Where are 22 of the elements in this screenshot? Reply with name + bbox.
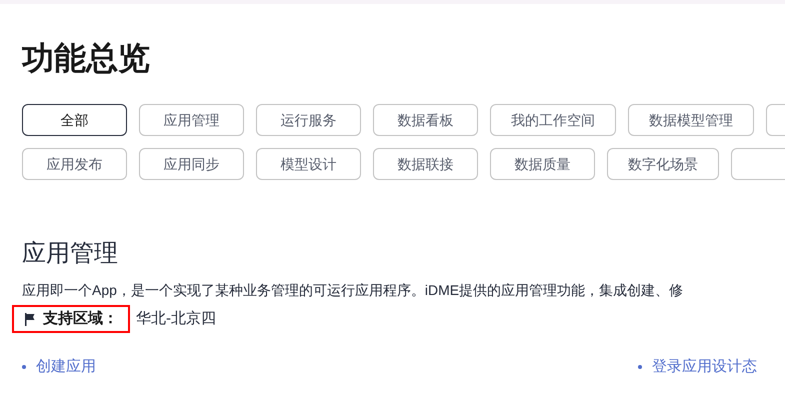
link[interactable]: 登录应用设计态 [652, 356, 757, 378]
link[interactable]: 创建应用 [36, 356, 96, 378]
section-description: 应用即一个App，是一个实现了某种业务管理的可运行应用程序。iDME提供的应用管理功能，集成创建、修 [22, 281, 684, 300]
filter-chip[interactable]: 模型设计 [256, 148, 361, 180]
filter-chip[interactable]: 数据模型管理 [628, 104, 754, 136]
section-title: 应用管理 [22, 239, 118, 269]
filter-chip[interactable]: 数字化场景 [607, 148, 719, 180]
bullet-icon [638, 365, 642, 370]
filter-chip[interactable]: 我的工作空间 [490, 104, 616, 136]
filter-chip[interactable]: 应用同步 [139, 148, 244, 180]
filter-chip[interactable]: 运行服务 [256, 104, 361, 136]
filter-chip[interactable]: 全部 [22, 104, 127, 136]
filter-chip[interactable]: 数据联接 [373, 148, 478, 180]
filter-chip[interactable]: 数据看板 [373, 104, 478, 136]
region-value: 华北-北京四 [136, 308, 216, 329]
bullet-icon [22, 365, 26, 370]
flag-icon [24, 312, 35, 326]
filter-chip[interactable]: 数据质量 [490, 148, 595, 180]
region-label: 支持区域： [43, 308, 118, 329]
page-title: 功能总览 [22, 39, 151, 78]
filter-chip[interactable]: 应用管理 [139, 104, 244, 136]
filter-chip[interactable]: 应用发布 [22, 148, 127, 180]
